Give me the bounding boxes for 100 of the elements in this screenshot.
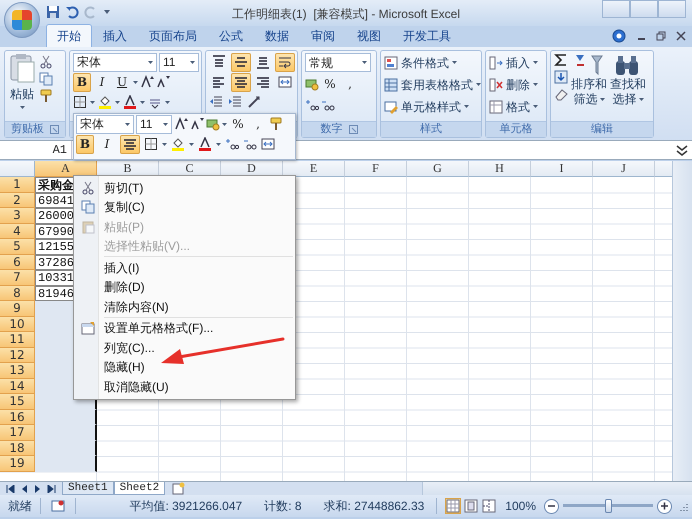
fill-color-icon[interactable] <box>98 95 112 109</box>
sheet-tab[interactable]: Sheet2 <box>114 482 166 495</box>
column-header[interactable]: E <box>283 161 345 177</box>
menu-item[interactable]: 列宽(C)... <box>76 338 293 358</box>
page-layout-button[interactable] <box>463 498 480 514</box>
column-header[interactable]: G <box>407 161 469 177</box>
row-header[interactable]: 15 <box>0 394 35 410</box>
ribbon-tab[interactable]: 页面布局 <box>138 24 208 47</box>
wrap-text-button[interactable] <box>275 52 295 72</box>
column-header[interactable]: J <box>593 161 655 177</box>
format-painter-icon[interactable] <box>39 89 53 103</box>
sort-filter-button[interactable]: 排序和 筛选 <box>571 53 607 119</box>
row-header[interactable]: 19 <box>0 456 35 472</box>
row-header[interactable]: 8 <box>0 286 35 301</box>
insert-sheet-icon[interactable] <box>171 482 186 495</box>
center-button[interactable] <box>231 72 251 92</box>
border-icon[interactable] <box>144 137 158 151</box>
row-header[interactable]: 3 <box>0 208 35 224</box>
cut-icon[interactable] <box>39 55 53 69</box>
dropdown-arrow-icon[interactable] <box>133 80 138 84</box>
row-header[interactable]: 2 <box>0 192 35 208</box>
zoom-level[interactable]: 100% <box>505 497 536 515</box>
dropdown-arrow-icon[interactable] <box>190 60 195 64</box>
decrease-indent-icon[interactable] <box>209 95 223 109</box>
row-header[interactable]: 14 <box>0 378 35 394</box>
save-icon[interactable] <box>46 5 60 19</box>
grow-font-icon[interactable] <box>140 75 154 89</box>
shrink-font-icon[interactable] <box>190 117 204 131</box>
ribbon-tab[interactable]: 公式 <box>208 24 254 47</box>
dropdown-arrow-icon[interactable] <box>362 60 367 65</box>
number-format-icon[interactable] <box>206 117 220 131</box>
ribbon-tab[interactable]: 视图 <box>346 24 392 47</box>
customize-arrow-icon[interactable] <box>103 8 111 16</box>
font-size-field[interactable]: 11 <box>159 52 199 72</box>
fill-icon[interactable] <box>554 70 568 84</box>
help-icon[interactable] <box>612 29 626 43</box>
row-header[interactable]: 9 <box>0 301 35 316</box>
row-header[interactable]: 11 <box>0 332 35 348</box>
expand-icon[interactable] <box>675 144 689 159</box>
ribbon-tab[interactable]: 审阅 <box>300 24 346 47</box>
dropdown-arrow-icon[interactable] <box>20 105 24 110</box>
italic-button[interactable]: I <box>98 134 116 154</box>
dropdown-arrow-icon[interactable] <box>189 142 194 146</box>
font-size-field[interactable]: 11 <box>136 114 172 134</box>
format-button[interactable]: 格式 <box>489 97 538 116</box>
middle-align-button[interactable] <box>231 52 251 72</box>
office-button[interactable] <box>4 2 40 38</box>
dropdown-arrow-icon[interactable] <box>533 104 538 109</box>
copy-icon[interactable] <box>39 72 53 86</box>
row-header[interactable]: 6 <box>0 254 35 270</box>
insert-button[interactable]: 插入 <box>489 53 538 72</box>
dropdown-arrow-icon[interactable] <box>115 100 120 104</box>
font-color-icon[interactable] <box>198 137 212 151</box>
row-header[interactable]: 1 <box>0 177 35 192</box>
normal-view-button[interactable] <box>445 498 462 514</box>
undo-icon[interactable] <box>65 5 79 19</box>
column-header[interactable]: F <box>345 161 407 177</box>
dropdown-arrow-icon[interactable] <box>162 142 167 146</box>
dropdown-arrow-icon[interactable] <box>165 100 170 104</box>
row-header[interactable]: 16 <box>0 410 35 425</box>
clear-icon[interactable] <box>554 87 568 101</box>
find-select-button[interactable]: 查找和 选择 <box>610 53 646 119</box>
ribbon-tab[interactable]: 插入 <box>92 24 138 47</box>
autosum-icon[interactable] <box>554 53 568 67</box>
percent-button[interactable]: % <box>229 114 247 134</box>
restore-icon[interactable] <box>656 31 666 41</box>
percent-button[interactable]: % <box>321 74 339 94</box>
dropdown-arrow-icon[interactable] <box>140 100 145 104</box>
row-header[interactable]: 5 <box>0 239 35 254</box>
paste-button[interactable]: 粘贴 <box>8 53 36 119</box>
horizontal-scrollbar[interactable] <box>422 482 692 495</box>
increase-decimal-icon[interactable] <box>305 98 319 112</box>
ribbon-tab[interactable]: 开发工具 <box>392 24 462 47</box>
menu-item[interactable]: 隐藏(H) <box>76 358 293 377</box>
fill-color-icon[interactable] <box>171 137 185 151</box>
font-name-field[interactable]: 宋体 <box>76 114 134 134</box>
vertical-scrollbar[interactable] <box>672 161 692 481</box>
dropdown-arrow-icon[interactable] <box>163 122 168 126</box>
dropdown-arrow-icon[interactable] <box>216 142 221 146</box>
italic-button[interactable]: I <box>93 72 111 92</box>
dropdown-arrow-icon[interactable] <box>533 82 538 87</box>
dropdown-arrow-icon[interactable] <box>222 122 227 126</box>
center-button[interactable] <box>120 134 140 154</box>
number-format-field[interactable]: 常规 <box>305 53 371 72</box>
row-header[interactable]: 4 <box>0 224 35 239</box>
increase-decimal-icon[interactable] <box>225 137 239 151</box>
shrink-font-icon[interactable] <box>156 75 170 89</box>
dropdown-arrow-icon[interactable] <box>476 82 481 87</box>
merge-icon[interactable] <box>261 137 275 151</box>
previous-sheet-icon[interactable] <box>21 484 28 492</box>
underline-button[interactable]: U <box>113 72 131 92</box>
ribbon-tab[interactable]: 开始 <box>46 24 92 47</box>
dropdown-arrow-icon[interactable] <box>90 100 95 104</box>
table-format-button[interactable]: 套用表格格式 <box>384 75 481 94</box>
dropdown-arrow-icon[interactable] <box>464 104 469 109</box>
border-icon[interactable] <box>73 95 87 109</box>
next-sheet-icon[interactable] <box>34 484 41 492</box>
comma-button[interactable]: , <box>249 114 267 134</box>
format-painter-icon[interactable] <box>269 117 283 131</box>
column-header[interactable]: H <box>469 161 531 177</box>
